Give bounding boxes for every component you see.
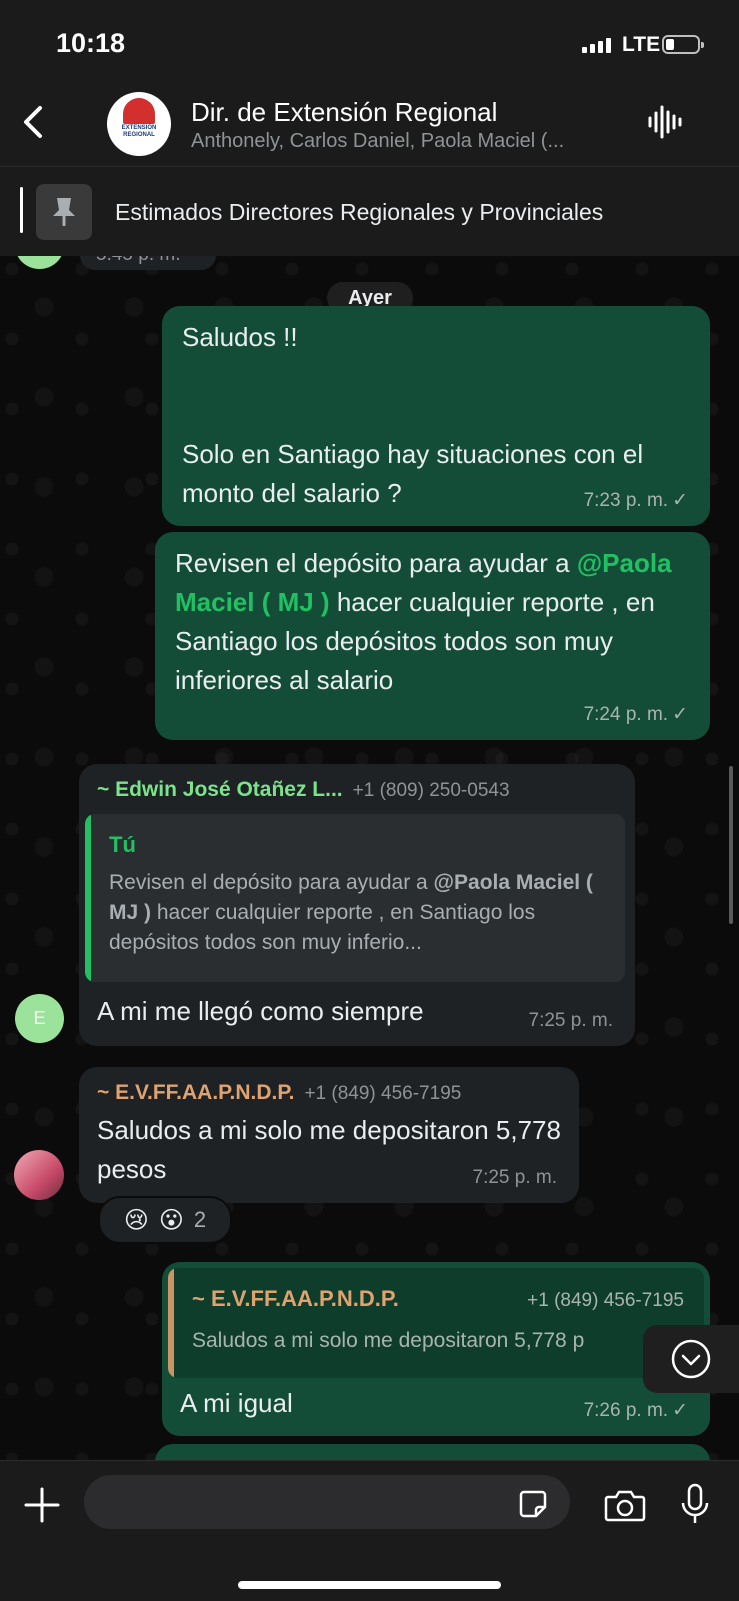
message-line-blank bbox=[182, 357, 692, 396]
quote-text-part: hacer cualquier reporte , en Santiago lo… bbox=[109, 901, 536, 954]
quote-author: Tú bbox=[109, 832, 136, 857]
sticker-icon bbox=[519, 1490, 547, 1518]
pin-indicator bbox=[20, 187, 23, 233]
quoted-message[interactable]: ~ E.V.FF.AA.P.N.D.P. +1 (849) 456-7195 S… bbox=[168, 1268, 704, 1378]
message-meta: 7:23 p. m. ✓ bbox=[584, 489, 688, 512]
quote-phone: +1 (849) 456-7195 bbox=[527, 1290, 684, 1311]
pinned-text: Estimados Directores Regionales y Provin… bbox=[115, 199, 604, 225]
sent-check-icon: ✓ bbox=[672, 1400, 688, 1421]
message-text: Saludos !! Solo en Santiago hay situacio… bbox=[182, 318, 692, 513]
scrollbar[interactable] bbox=[729, 766, 733, 924]
chat-header: EXTENSIÓN REGIONAL Dir. de Extensión Reg… bbox=[0, 88, 739, 166]
message-text-part: Revisen el depósito para ayudar a bbox=[175, 548, 577, 578]
message-input[interactable] bbox=[84, 1475, 570, 1529]
plus-icon bbox=[24, 1487, 60, 1523]
quote-text: Revisen el depósito para ayudar a @Paola… bbox=[109, 868, 614, 958]
logo-dome bbox=[123, 98, 155, 124]
sticker-button[interactable] bbox=[518, 1489, 548, 1519]
message-time: 7:25 p. m. bbox=[472, 1167, 558, 1188]
pinned-message-overlay: Estimados Directores Regionales y Provin… bbox=[0, 166, 739, 256]
message-line: Saludos !! bbox=[182, 322, 298, 352]
sender-phone: +1 (809) 250-0543 bbox=[352, 780, 510, 801]
sender-name[interactable]: ~ E.V.FF.AA.P.N.D.P. bbox=[97, 1081, 294, 1104]
sender-phone: +1 (849) 456-7195 bbox=[304, 1083, 462, 1104]
sent-check-icon: ✓ bbox=[672, 704, 688, 725]
status-bar: 10:18 LTE bbox=[0, 0, 739, 88]
surprised-emoji-icon: 😮 bbox=[158, 1206, 184, 1234]
message-time: 7:25 p. m. bbox=[528, 1010, 614, 1031]
quoted-message[interactable]: Tú Revisen el depósito para ayudar a @Pa… bbox=[85, 814, 625, 982]
quote-text-part: Revisen el depósito para ayudar a bbox=[109, 871, 434, 894]
message-bubble-in[interactable]: ~ Edwin José Otañez L... +1 (809) 250-054… bbox=[79, 764, 635, 1046]
sender-line: ~ E.V.FF.AA.P.N.D.P. +1 (849) 456-7195 bbox=[97, 1081, 461, 1105]
back-button[interactable] bbox=[18, 102, 62, 146]
sender-name[interactable]: ~ Edwin José Otañez L... bbox=[97, 778, 343, 801]
camera-button[interactable] bbox=[604, 1487, 646, 1523]
home-indicator bbox=[238, 1581, 501, 1589]
sender-line: ~ Edwin José Otañez L... +1 (809) 250-054… bbox=[97, 778, 510, 802]
message-line-blank bbox=[182, 396, 692, 435]
message-text: A mi me llegó como siempre bbox=[97, 996, 424, 1026]
quote-bar bbox=[85, 814, 91, 982]
avatar[interactable] bbox=[14, 1150, 64, 1200]
reaction-count: 2 bbox=[193, 1207, 207, 1232]
voice-chat-button[interactable] bbox=[646, 104, 682, 140]
message-meta: 7:26 p. m. ✓ bbox=[584, 1399, 688, 1422]
network-label: LTE bbox=[622, 33, 661, 56]
chevron-down-icon bbox=[671, 1339, 711, 1379]
message-bubble-in[interactable]: ~ E.V.FF.AA.P.N.D.P. +1 (849) 456-7195 Sa… bbox=[79, 1067, 579, 1203]
message-meta: 7:24 p. m. ✓ bbox=[584, 703, 688, 726]
crying-emoji-icon: 😢 bbox=[123, 1206, 149, 1234]
camera-icon bbox=[604, 1490, 646, 1522]
avatar[interactable]: E bbox=[15, 994, 64, 1043]
pin-icon-box bbox=[36, 184, 92, 240]
message-bubble-out[interactable]: Revisen el depósito para ayudar a @Paola… bbox=[155, 532, 710, 740]
message-bubble-out[interactable]: Saludos !! Solo en Santiago hay situacio… bbox=[162, 306, 710, 526]
quote-text: Saludos a mi solo me depositaron 5,778 p bbox=[192, 1329, 585, 1352]
composer-bar bbox=[0, 1460, 739, 1601]
logo-text: EXTENSIÓN REGIONAL bbox=[121, 125, 157, 138]
quote-bar bbox=[168, 1268, 174, 1378]
message-time: 7:26 p. m. bbox=[583, 1400, 669, 1421]
scroll-to-bottom-button[interactable] bbox=[643, 1325, 739, 1393]
pin-icon bbox=[53, 198, 75, 226]
reactions-pill[interactable]: 😢 😮 2 bbox=[98, 1196, 232, 1244]
audio-wave-icon bbox=[648, 105, 682, 139]
message-time: 7:23 p. m. bbox=[583, 490, 669, 511]
message-text: A mi igual bbox=[180, 1388, 293, 1418]
signal-icon bbox=[582, 38, 611, 53]
group-avatar[interactable]: EXTENSIÓN REGIONAL bbox=[107, 92, 171, 156]
group-name[interactable]: Dir. de Extensión Regional bbox=[191, 97, 497, 128]
chevron-left-icon bbox=[24, 106, 42, 138]
attach-button[interactable] bbox=[22, 1485, 62, 1525]
battery-icon bbox=[662, 35, 704, 54]
message-time: 7:24 p. m. bbox=[583, 704, 669, 725]
microphone-icon bbox=[681, 1483, 709, 1523]
microphone-button[interactable] bbox=[680, 1483, 710, 1525]
group-members[interactable]: Anthonely, Carlos Daniel, Paola Maciel (… bbox=[191, 130, 621, 153]
quote-author: ~ E.V.FF.AA.P.N.D.P. bbox=[192, 1286, 399, 1311]
status-time: 10:18 bbox=[56, 28, 126, 58]
sent-check-icon: ✓ bbox=[672, 490, 688, 511]
message-text: Revisen el depósito para ayudar a @Paola… bbox=[175, 544, 700, 700]
message-bubble-out[interactable]: ~ E.V.FF.AA.P.N.D.P. +1 (849) 456-7195 S… bbox=[162, 1262, 710, 1436]
